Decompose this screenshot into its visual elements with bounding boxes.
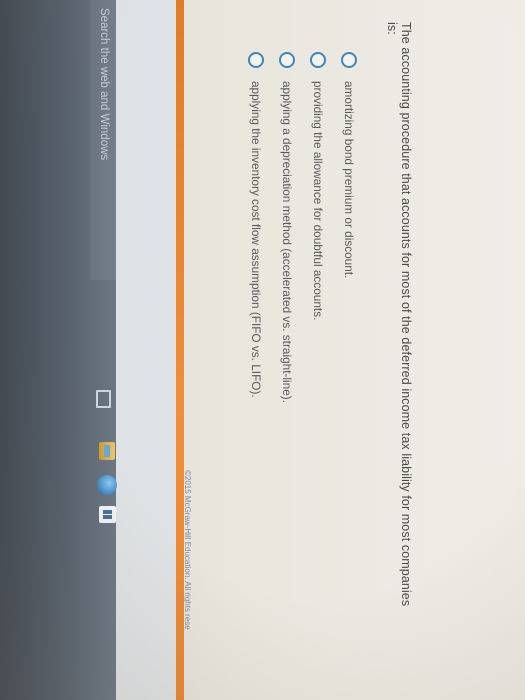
radio-button[interactable]	[310, 52, 327, 68]
option-2[interactable]: providing the allowance for doubtful acc…	[303, 52, 334, 403]
store-icon[interactable]	[99, 506, 116, 523]
taskbar-search-placeholder: Search the web and Windows	[98, 8, 110, 161]
option-label: amortizing bond premium or discount.	[342, 81, 357, 279]
question-text: The accounting procedure that accounts f…	[385, 22, 413, 607]
radio-button[interactable]	[341, 52, 358, 68]
option-label: providing the allowance for doubtful acc…	[311, 81, 326, 321]
screen: The accounting procedure that accounts f…	[0, 0, 525, 700]
answer-options: amortizing bond premium or discount. pro…	[241, 52, 365, 403]
footer-accent-bar	[176, 0, 184, 700]
option-1[interactable]: amortizing bond premium or discount.	[334, 52, 365, 403]
option-label: applying the inventory cost flow assumpt…	[249, 81, 264, 398]
option-3[interactable]: applying a depreciation method (accelera…	[272, 52, 303, 403]
radio-button[interactable]	[279, 52, 296, 68]
option-4[interactable]: applying the inventory cost flow assumpt…	[241, 52, 272, 403]
page-bottom-area	[116, 0, 176, 700]
task-view-icon[interactable]	[96, 390, 111, 408]
file-explorer-icon[interactable]	[99, 442, 115, 460]
edge-browser-icon[interactable]	[97, 475, 117, 495]
radio-button[interactable]	[248, 52, 265, 68]
option-label: applying a depreciation method (accelera…	[280, 81, 295, 403]
copyright-notice: ©2015 McGraw-Hill Education. All rights …	[183, 470, 192, 630]
